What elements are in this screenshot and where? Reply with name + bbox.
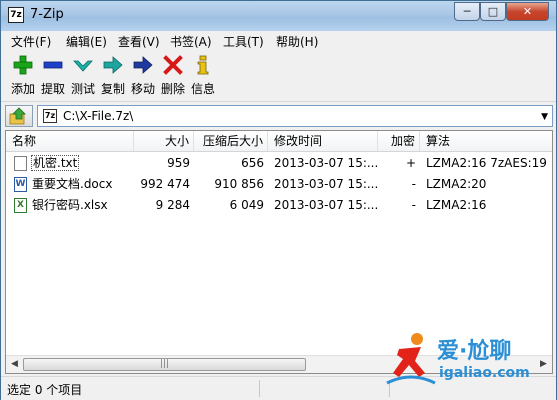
delete-label: 删除 xyxy=(160,82,185,96)
menu-bookmarks[interactable]: 书签(A) xyxy=(170,33,212,50)
check-icon xyxy=(73,60,93,72)
move-button[interactable]: 移动 xyxy=(128,50,158,100)
app-window: 7z 7-Zip ─ □ ✕ 文件(F) 编辑(E) 查看(V) 书签(A) 工… xyxy=(0,0,557,400)
copy-button[interactable]: 复制 xyxy=(98,50,128,100)
info-label: 信息 xyxy=(190,82,215,96)
file-packed-size: 656 xyxy=(241,156,264,170)
copy-label: 复制 xyxy=(100,82,125,96)
address-bar: 7z C:\X-File.7z\ ▼ xyxy=(1,101,556,130)
delete-button[interactable]: 删除 xyxy=(158,50,188,100)
column-encrypted[interactable]: 加密 xyxy=(378,131,420,151)
status-text: 选定 0 个项目 xyxy=(7,383,83,397)
menu-help[interactable]: 帮助(H) xyxy=(276,33,318,50)
text-file-icon xyxy=(14,156,27,171)
extract-label: 提取 xyxy=(40,82,65,96)
file-packed-size: 910 856 xyxy=(214,177,264,191)
scroll-thumb[interactable]: ||| xyxy=(23,358,306,371)
file-packed-size: 6 049 xyxy=(229,198,264,212)
file-size: 992 474 xyxy=(140,177,190,191)
file-size: 959 xyxy=(167,156,190,170)
app-icon[interactable]: 7z xyxy=(8,7,24,23)
address-path: C:\X-File.7z\ xyxy=(63,109,134,123)
column-packed-size[interactable]: 压缩后大小 xyxy=(194,131,268,151)
address-dropdown-icon[interactable]: ▼ xyxy=(541,112,548,122)
status-divider xyxy=(259,380,260,397)
delete-x-icon xyxy=(163,55,183,75)
file-name: 机密.txt xyxy=(31,155,80,171)
watermark-title: 爱·尬聊 xyxy=(437,339,512,364)
minus-icon xyxy=(43,61,63,69)
move-arrow-icon xyxy=(133,56,153,74)
file-size: 9 284 xyxy=(155,198,190,212)
file-modified: 2013-03-07 15:... xyxy=(274,156,379,170)
column-modified[interactable]: 修改时间 xyxy=(268,131,378,151)
table-row[interactable]: 机密.txt 959 656 2013-03-07 15:... + LZMA2… xyxy=(6,153,552,174)
file-method: LZMA2:16 7zAES:19 xyxy=(426,156,547,170)
watermark: 爱·尬聊 igaliao.com xyxy=(385,331,555,389)
file-modified: 2013-03-07 15:... xyxy=(274,198,379,212)
menu-file[interactable]: 文件(F) xyxy=(11,33,51,50)
file-name: 重要文档.docx xyxy=(32,177,113,191)
move-label: 移动 xyxy=(130,82,155,96)
excel-file-icon xyxy=(14,198,27,213)
menu-tools[interactable]: 工具(T) xyxy=(223,33,264,50)
menu-edit[interactable]: 编辑(E) xyxy=(66,33,107,50)
window-title: 7-Zip xyxy=(30,7,64,22)
table-row[interactable]: 银行密码.xlsx 9 284 6 049 2013-03-07 15:... … xyxy=(6,195,552,216)
scroll-left-icon[interactable]: ◀ xyxy=(6,356,23,373)
list-header: 名称 大小 压缩后大小 修改时间 加密 算法 xyxy=(6,131,552,152)
add-label: 添加 xyxy=(10,82,35,96)
file-method: LZMA2:16 xyxy=(426,198,487,212)
add-button[interactable]: 添加 xyxy=(8,50,38,100)
file-encrypted: - xyxy=(411,177,416,191)
file-method: LZMA2:20 xyxy=(426,177,487,191)
file-name: 银行密码.xlsx xyxy=(32,198,108,212)
test-button[interactable]: 测试 xyxy=(68,50,98,100)
maximize-button[interactable]: □ xyxy=(480,2,506,21)
menu-bar: 文件(F) 编辑(E) 查看(V) 书签(A) 工具(T) 帮助(H) xyxy=(1,31,556,50)
file-encrypted: - xyxy=(411,198,416,212)
minimize-button[interactable]: ─ xyxy=(454,2,480,21)
file-modified: 2013-03-07 15:... xyxy=(274,177,379,191)
runner-logo-icon xyxy=(386,333,436,385)
column-name[interactable]: 名称 xyxy=(6,131,134,151)
toolbar: 添加 提取 测试 复制 移动 删除 信息 xyxy=(1,50,556,100)
folder-up-icon xyxy=(9,107,26,125)
address-input[interactable]: 7z C:\X-File.7z\ ▼ xyxy=(37,105,553,127)
archive-icon: 7z xyxy=(43,109,57,123)
file-encrypted: + xyxy=(405,156,416,170)
plus-icon xyxy=(13,55,33,75)
extract-button[interactable]: 提取 xyxy=(38,50,68,100)
table-row[interactable]: 重要文档.docx 992 474 910 856 2013-03-07 15:… xyxy=(6,174,552,195)
menu-view[interactable]: 查看(V) xyxy=(118,33,160,50)
column-method[interactable]: 算法 xyxy=(420,131,552,151)
close-button[interactable]: ✕ xyxy=(506,2,549,21)
up-folder-button[interactable] xyxy=(5,105,33,127)
info-button[interactable]: 信息 xyxy=(188,50,218,100)
watermark-url: igaliao.com xyxy=(439,365,530,381)
title-bar[interactable]: 7z 7-Zip ─ □ ✕ xyxy=(1,1,556,31)
test-label: 测试 xyxy=(70,82,95,96)
info-icon xyxy=(197,55,209,75)
column-size[interactable]: 大小 xyxy=(134,131,194,151)
word-file-icon xyxy=(14,177,27,192)
copy-arrow-icon xyxy=(103,56,123,74)
